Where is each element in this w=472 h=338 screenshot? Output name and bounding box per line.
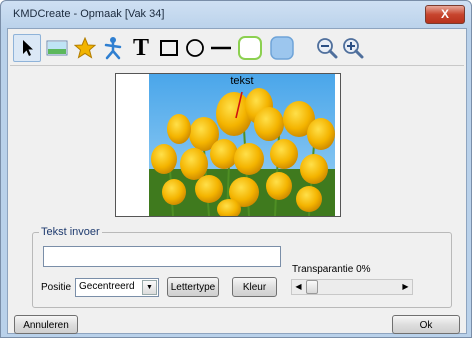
chevron-down-icon[interactable]: ▼ <box>142 280 157 295</box>
circle-icon <box>186 39 204 57</box>
tulips-photo: tekst <box>149 74 335 216</box>
line-icon <box>211 46 231 50</box>
position-label: Positie <box>41 282 72 293</box>
toolbar: T <box>9 30 465 64</box>
pointer-icon <box>23 40 33 56</box>
zoom-out-icon <box>317 38 338 59</box>
rounded-rect-outline-icon <box>238 36 262 60</box>
preview-text-label: tekst <box>230 75 254 87</box>
pointer-tool-button[interactable] <box>13 34 41 62</box>
zoom-out-button[interactable] <box>313 34 341 62</box>
filled-shape-tool-button[interactable] <box>267 34 297 62</box>
circle-tool-button[interactable] <box>181 34 209 62</box>
position-select[interactable]: Gecentreerd ▼ <box>75 278 159 297</box>
text-input-field[interactable] <box>43 246 281 267</box>
close-button[interactable]: X <box>425 5 465 24</box>
zoom-in-icon <box>343 38 364 59</box>
transparency-slider[interactable]: ◀ ▶ <box>291 279 413 295</box>
text-icon: T <box>132 35 149 61</box>
color-button[interactable]: Kleur <box>232 277 277 297</box>
outline-shape-tool-button[interactable] <box>235 34 265 62</box>
rectangle-icon <box>160 40 178 56</box>
image-tool-button[interactable] <box>43 34 71 62</box>
slider-thumb[interactable] <box>306 280 318 294</box>
tulips-image <box>149 74 335 216</box>
line-tool-button[interactable] <box>207 34 235 62</box>
image-icon <box>46 40 68 56</box>
text-input-group: Tekst invoer Transparantie 0% Positie Ge… <box>32 226 452 308</box>
position-select-value: Gecentreerd <box>79 281 135 292</box>
figure-icon <box>104 37 122 60</box>
scroll-left-icon[interactable]: ◀ <box>292 280 305 294</box>
title-bar[interactable]: KMDCreate - Opmaak [Vak 34] X <box>1 1 471 29</box>
transparency-label: Transparantie 0% <box>292 264 371 275</box>
toolbar-divider <box>10 65 464 66</box>
rectangle-tool-button[interactable] <box>155 34 183 62</box>
preview-canvas[interactable]: tekst <box>115 73 341 217</box>
group-legend: Tekst invoer <box>39 226 102 238</box>
star-icon <box>74 37 96 59</box>
zoom-in-button[interactable] <box>339 34 367 62</box>
text-tool-button[interactable]: T <box>127 34 155 62</box>
rounded-rect-filled-icon <box>270 36 294 60</box>
font-button[interactable]: Lettertype <box>167 277 219 297</box>
figure-tool-button[interactable] <box>99 34 127 62</box>
dialog-window: KMDCreate - Opmaak [Vak 34] X T tekst Te… <box>0 0 472 338</box>
star-tool-button[interactable] <box>71 34 99 62</box>
dialog-content: T tekst Tekst invoer Transparantie 0% Po… <box>7 28 467 334</box>
cancel-button[interactable]: Annuleren <box>14 315 78 334</box>
scroll-right-icon[interactable]: ▶ <box>399 280 412 294</box>
ok-button[interactable]: Ok <box>392 315 460 334</box>
window-title: KMDCreate - Opmaak [Vak 34] <box>13 8 165 20</box>
